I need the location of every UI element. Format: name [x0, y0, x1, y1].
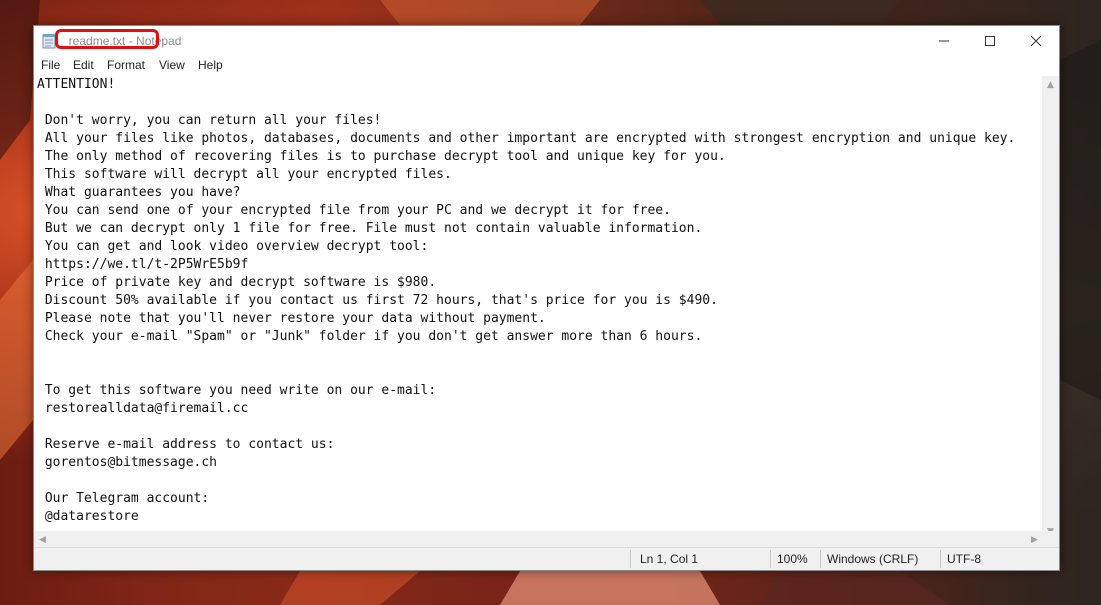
red-highlight-annotation	[55, 29, 159, 49]
menu-edit[interactable]: Edit	[70, 58, 97, 72]
vertical-scrollbar[interactable]: ▲ ▼	[1042, 76, 1059, 540]
minimize-icon	[939, 40, 949, 42]
maximize-icon	[985, 36, 995, 46]
maximize-button[interactable]	[967, 26, 1013, 56]
text-editor[interactable]: ATTENTION! Don't worry, you can return a…	[34, 76, 1043, 540]
scrollbar-corner	[1042, 531, 1059, 548]
notepad-icon	[42, 34, 56, 49]
encoding: UTF-8	[947, 552, 981, 566]
title-bar[interactable]: _readme.txt - Notepad	[34, 26, 1059, 56]
notepad-window: _readme.txt - Notepad File Edit Format V…	[33, 25, 1060, 571]
menu-help[interactable]: Help	[195, 58, 226, 72]
cursor-position: Ln 1, Col 1	[640, 552, 699, 566]
status-divider	[770, 550, 771, 568]
horizontal-scrollbar[interactable]: ◀ ▶	[34, 531, 1043, 548]
status-divider	[940, 550, 941, 568]
minimize-button[interactable]	[921, 26, 967, 56]
menu-format[interactable]: Format	[104, 58, 148, 72]
menu-file[interactable]: File	[38, 58, 63, 72]
close-icon	[1031, 36, 1041, 46]
status-bar: Ln 1, Col 1 100% Windows (CRLF) UTF-8	[34, 547, 1059, 570]
menu-bar: File Edit Format View Help	[34, 56, 1059, 76]
zoom-level: 100%	[777, 552, 808, 566]
close-button[interactable]	[1013, 26, 1059, 56]
scroll-left-icon[interactable]: ◀	[34, 531, 51, 548]
status-divider	[630, 550, 631, 568]
document-text[interactable]: ATTENTION! Don't worry, you can return a…	[34, 76, 1043, 526]
status-divider	[820, 550, 821, 568]
line-ending: Windows (CRLF)	[827, 552, 919, 566]
scroll-right-icon[interactable]: ▶	[1026, 531, 1043, 548]
scroll-up-icon[interactable]: ▲	[1042, 76, 1059, 93]
menu-view[interactable]: View	[156, 58, 188, 72]
